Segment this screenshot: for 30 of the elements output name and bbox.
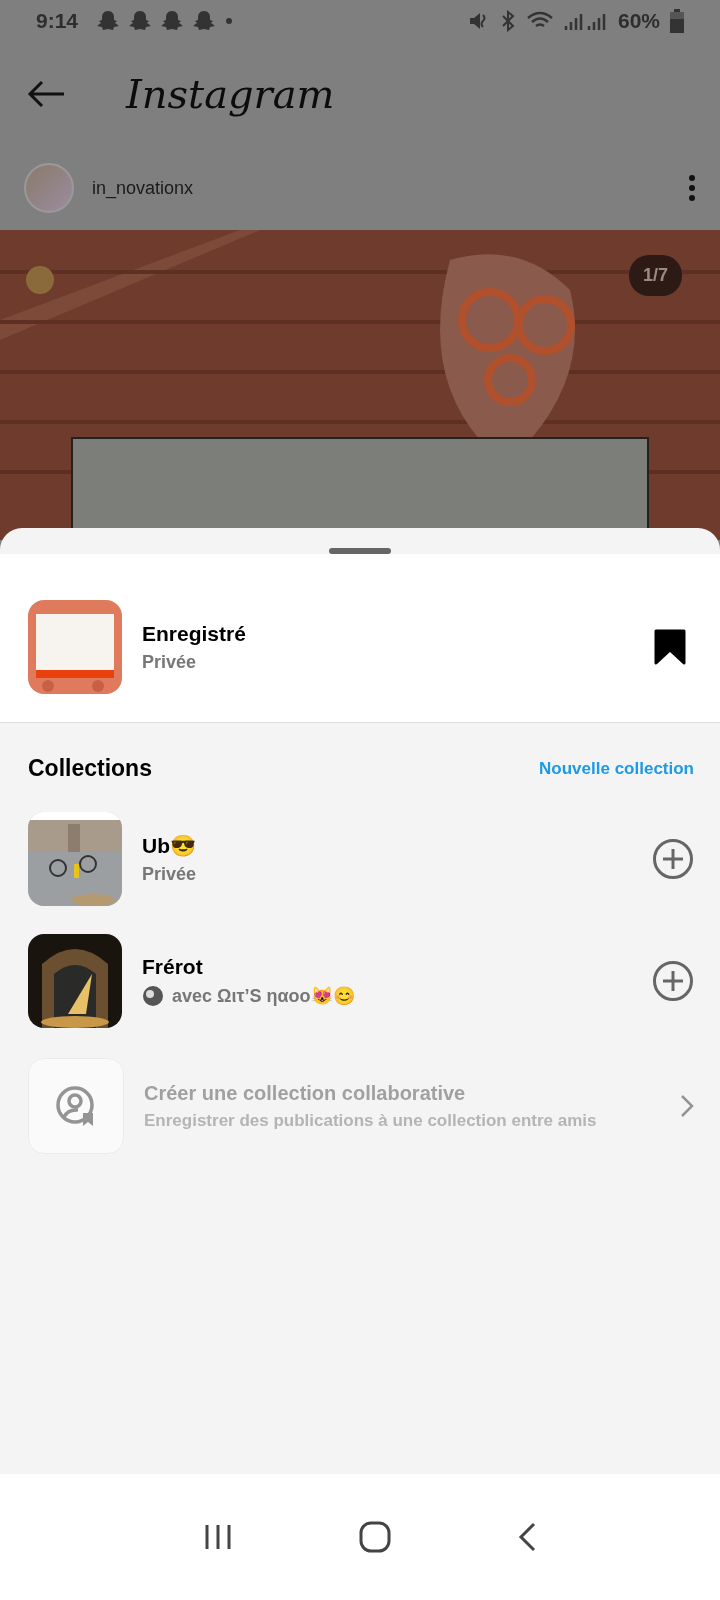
collection-title[interactable]: Frérot [142, 955, 632, 979]
collection-subtitle: avec Ωιτ’S ηαοο😻😊 [172, 985, 355, 1007]
home-icon[interactable] [359, 1521, 391, 1553]
instagram-logo: Instagram [126, 71, 335, 117]
username[interactable]: in_novationx [92, 177, 670, 199]
new-collection-link[interactable]: Nouvelle collection [539, 758, 694, 779]
more-icon[interactable] [688, 174, 696, 202]
collection-title[interactable]: Ub😎 [142, 833, 632, 858]
add-icon[interactable] [652, 960, 694, 1002]
add-icon[interactable] [652, 838, 694, 880]
collab-user-icon [55, 1085, 97, 1127]
recent-apps-icon[interactable] [203, 1523, 233, 1551]
bluetooth-icon [499, 10, 516, 32]
collection-privacy: Privée [142, 651, 198, 673]
collection-subtitle: Privée [142, 863, 197, 885]
snapchat-icon [128, 10, 153, 32]
back-arrow-icon[interactable] [26, 79, 66, 109]
back-icon[interactable] [517, 1522, 537, 1552]
collection-title: Enregistré [142, 621, 247, 646]
snapchat-icon [96, 10, 121, 32]
collab-subtitle: Enregistrer des publications à une collection entre amis [144, 1110, 598, 1131]
status-time: 9:14 [36, 9, 79, 33]
drag-handle[interactable] [329, 548, 391, 554]
battery-percent: 60% [617, 9, 660, 33]
snapchat-icon [192, 10, 217, 32]
snapchat-icon [160, 10, 185, 32]
bookmark-filled-icon[interactable] [654, 629, 686, 665]
dot-icon [226, 18, 233, 24]
battery-icon [670, 9, 684, 33]
section-title: Collections [28, 755, 152, 782]
